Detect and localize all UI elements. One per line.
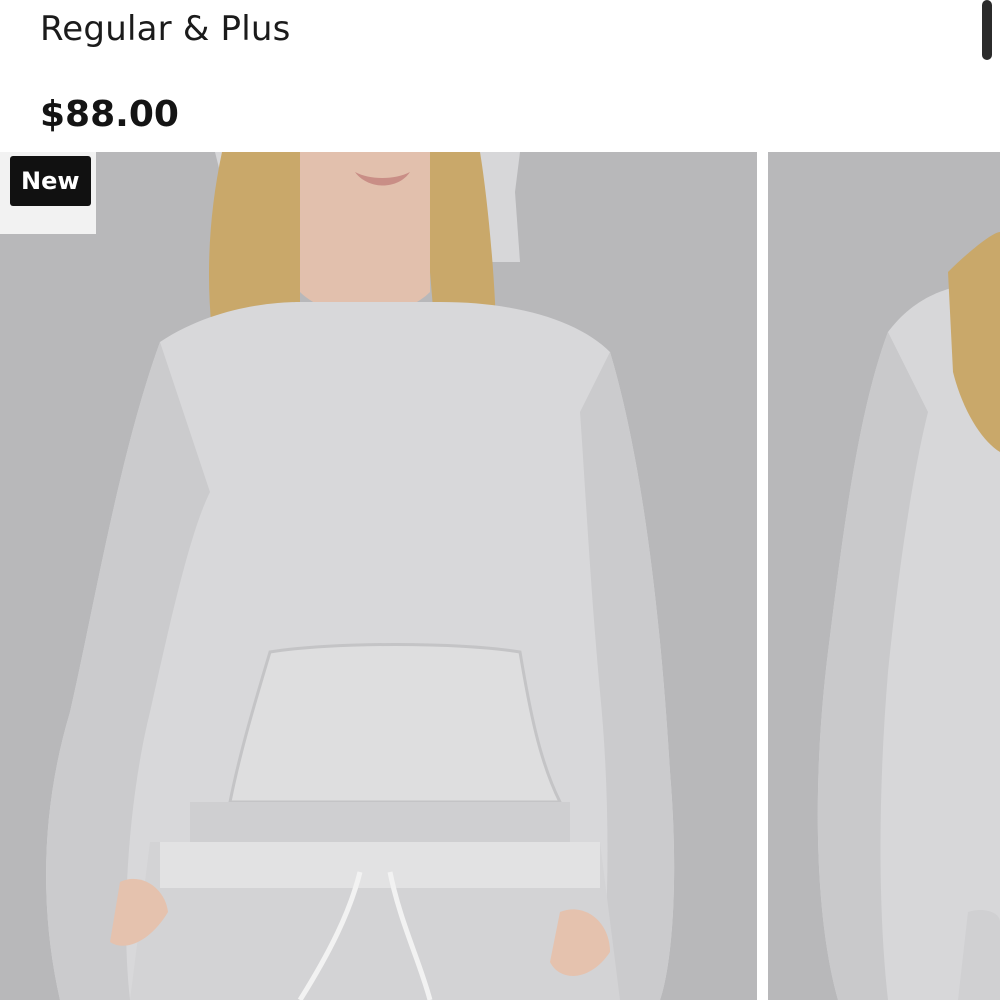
product-image-2[interactable] bbox=[768, 152, 1000, 1000]
hoodie-side-photo-illustration bbox=[768, 152, 1000, 1000]
badge-container: New bbox=[0, 152, 96, 234]
new-badge: New bbox=[10, 156, 91, 206]
product-image-gallery[interactable]: New bbox=[0, 152, 1000, 1000]
hoodie-photo-illustration bbox=[0, 152, 757, 1000]
product-image-1[interactable]: New bbox=[0, 152, 757, 1000]
size-range-label: Regular & Plus bbox=[40, 9, 291, 49]
scrollbar-thumb[interactable] bbox=[982, 0, 992, 60]
product-detail-page: Regular & Plus $88.00 New bbox=[0, 0, 1000, 1000]
product-price: $88.00 bbox=[40, 94, 179, 135]
